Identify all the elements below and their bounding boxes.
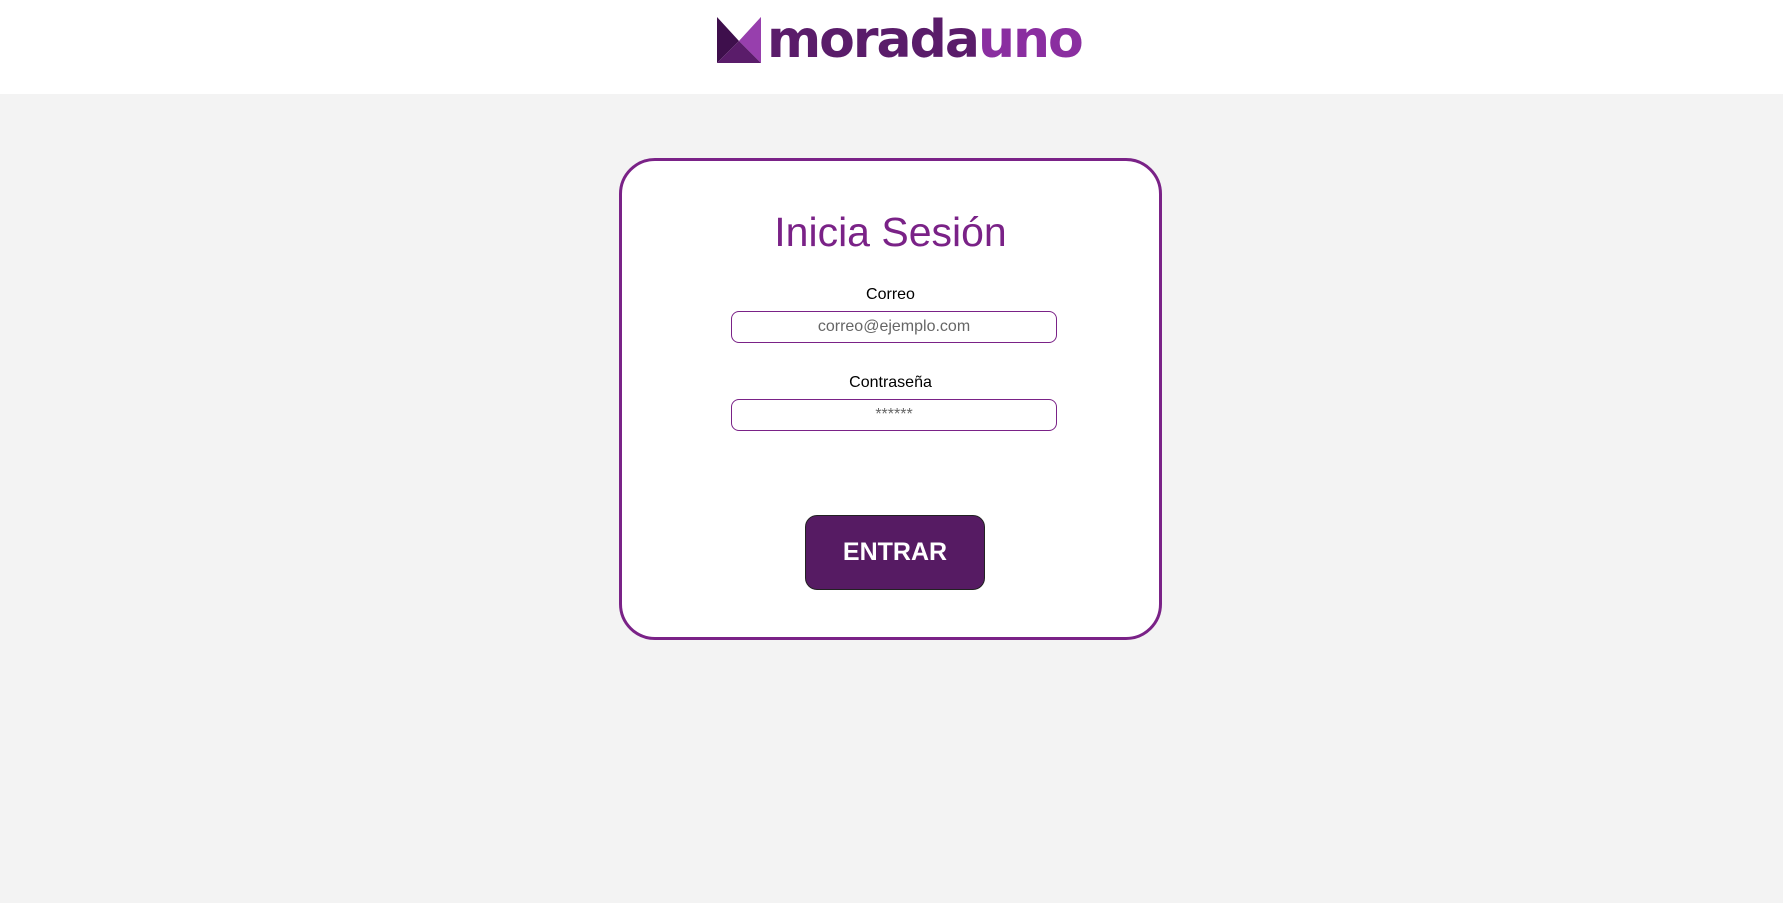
password-field[interactable] (731, 399, 1057, 431)
email-field[interactable] (731, 311, 1057, 343)
logo-wordmark: moradauno (767, 10, 1084, 70)
login-card: Inicia Sesión Correo Contraseña ENTRAR (619, 158, 1162, 640)
logo[interactable]: moradauno (717, 10, 1084, 70)
logo-mark-icon (717, 17, 761, 63)
login-title: Inicia Sesión (774, 209, 1007, 255)
submit-button[interactable]: ENTRAR (805, 515, 985, 590)
email-label: Correo (866, 286, 915, 303)
password-label: Contraseña (849, 374, 932, 391)
header: moradauno (0, 0, 1783, 94)
